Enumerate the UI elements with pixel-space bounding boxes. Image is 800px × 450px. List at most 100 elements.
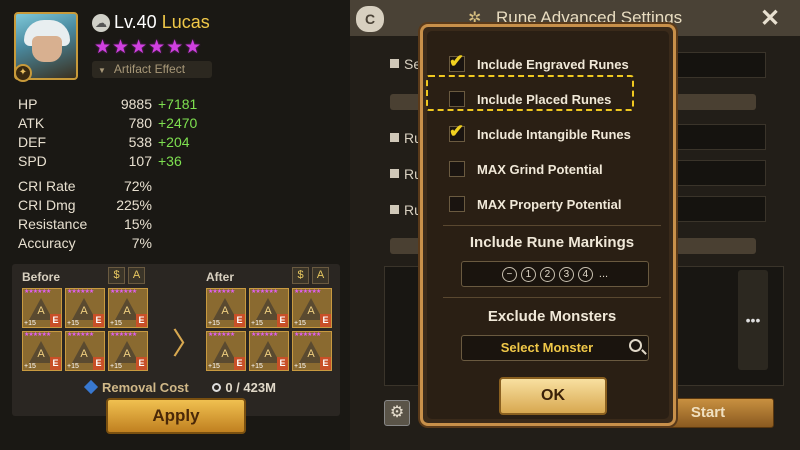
marking-1[interactable]: 1	[520, 266, 536, 282]
rune-grade-badge: E	[320, 314, 331, 327]
bg-divider	[676, 94, 756, 110]
checkmark-icon: ✔	[449, 51, 465, 71]
gear-icon[interactable]: ⚙	[384, 400, 410, 426]
option-max-property[interactable]: MAX Property Potential	[449, 193, 621, 215]
rune-grade-badge: E	[234, 314, 245, 327]
monster-portrait[interactable]: ✦	[14, 12, 78, 82]
stat-value: 225%	[116, 197, 152, 213]
rune-slot[interactable]: ★★★★★★ A +15 E	[206, 331, 246, 371]
rune-grade-badge: E	[136, 314, 147, 327]
secondary-stats: CRI Rate 72% CRI Dmg 225% Resistance 15%…	[18, 178, 158, 254]
checkbox[interactable]	[449, 161, 465, 177]
bullet-icon	[390, 169, 399, 178]
rune-grade-badge: E	[50, 314, 61, 327]
stat-bonus: +36	[158, 153, 182, 169]
rune-markings-selector[interactable]: − 1 2 3 4 ...	[461, 261, 649, 287]
checkbox[interactable]: ✔	[449, 51, 465, 72]
rune-slot[interactable]: ★★★★★★ A +15 E	[108, 331, 148, 371]
rune-set-icon[interactable]: $	[108, 267, 125, 284]
rune-slot[interactable]: ★★★★★★ A +15 E	[206, 288, 246, 328]
rune-level: +15	[67, 320, 79, 327]
stat-row: CRI Dmg 225%	[18, 197, 158, 216]
stat-value: 7%	[131, 235, 152, 251]
dropdown-arrow-icon: ▼	[98, 66, 106, 75]
option-intangible-runes[interactable]: ✔ Include Intangible Runes	[449, 121, 631, 145]
rune-set-icon[interactable]: $	[292, 267, 309, 284]
exclude-monsters-title: Exclude Monsters	[487, 308, 617, 325]
monster-level: Lv.40	[114, 12, 157, 32]
apply-button[interactable]: Apply	[106, 398, 246, 434]
rune-slot[interactable]: ★★★★★★ A +15 E	[108, 288, 148, 328]
rune-level: +15	[67, 363, 79, 370]
stat-row: Accuracy 7%	[18, 235, 158, 254]
rune-stars: ★★★★★★	[208, 289, 235, 295]
artifact-effect-toggle[interactable]: ▼ Artifact Effect	[92, 61, 212, 78]
select-monster-button[interactable]: Select Monster	[461, 335, 649, 361]
checkbox[interactable]	[449, 196, 465, 212]
stat-row: DEF 538 +204	[18, 134, 218, 153]
bg-option-label: Se	[404, 56, 422, 72]
stat-row: HP 9885 +7181	[18, 96, 218, 115]
rune-slot[interactable]: ★★★★★★ A +15 E	[65, 288, 105, 328]
mana-coin-icon	[212, 383, 222, 392]
rune-slot[interactable]: ★★★★★★ A +15 E	[249, 288, 289, 328]
marking-2[interactable]: 2	[539, 266, 555, 282]
before-rune-grid: ★★★★★★ A +15 E ★★★★★★ A +15 E ★★★★★★ A +15 E ★★★★★★ A…	[22, 288, 148, 371]
stat-value: 538	[128, 134, 152, 150]
rune-grade-badge: E	[277, 357, 288, 370]
checkmark-icon: ✔	[449, 121, 465, 141]
rune-stars: ★★★★★★	[110, 289, 137, 295]
divider	[443, 225, 661, 226]
option-engraved-runes[interactable]: ✔ Include Engraved Runes	[449, 51, 629, 75]
stat-label: CRI Rate	[18, 178, 76, 194]
after-icons: $ A	[292, 267, 329, 284]
stat-bonus: +2470	[158, 115, 198, 131]
marking-none[interactable]: −	[501, 266, 517, 282]
rune-level: +15	[251, 363, 263, 370]
removal-cost: Removal Cost 0 / 423M	[83, 379, 276, 395]
stat-value: 15%	[123, 216, 152, 232]
bg-divider	[676, 238, 756, 254]
highlight-frame	[426, 75, 634, 111]
portrait-face	[32, 36, 62, 62]
rune-slot[interactable]: ★★★★★★ A +15 E	[249, 331, 289, 371]
option-label: Include Engraved Runes	[477, 56, 629, 72]
rune-stars: ★★★★★★	[67, 289, 94, 295]
ok-button[interactable]: OK	[499, 377, 607, 415]
close-icon[interactable]: ✕	[760, 4, 780, 33]
rune-markings-title: Include Rune Markings	[469, 234, 635, 251]
stat-value: 9885	[120, 96, 152, 112]
rune-ancient-icon[interactable]: A	[312, 267, 329, 284]
stat-label: CRI Dmg	[18, 197, 76, 213]
stat-label: DEF	[18, 134, 46, 150]
rune-slot[interactable]: ★★★★★★ A +15 E	[65, 331, 105, 371]
more-options-button[interactable]: •••	[738, 270, 768, 370]
rune-ancient-icon[interactable]: A	[128, 267, 145, 284]
stat-bonus: +204	[158, 134, 190, 150]
stat-label: Accuracy	[18, 235, 76, 251]
chat-icon[interactable]: C	[356, 6, 384, 32]
stat-row: SPD 107 +36	[18, 153, 218, 172]
rune-grade-badge: E	[93, 357, 104, 370]
search-icon	[629, 339, 642, 352]
checkbox[interactable]: ✔	[449, 121, 465, 142]
rune-grade-badge: E	[234, 357, 245, 370]
rune-stars: ★★★★★★	[208, 332, 235, 338]
marking-4[interactable]: 4	[577, 266, 593, 282]
rune-grade-badge: E	[277, 314, 288, 327]
monster-name: Lucas	[161, 12, 210, 32]
rune-stars: ★★★★★★	[251, 332, 278, 338]
rune-slot[interactable]: ★★★★★★ A +15 E	[22, 288, 62, 328]
bullet-icon	[390, 59, 399, 68]
bullet-icon	[390, 205, 399, 214]
option-max-grind[interactable]: MAX Grind Potential	[449, 158, 603, 180]
removal-cost-value: 0 / 423M	[225, 380, 276, 395]
stat-value: 107	[128, 153, 152, 169]
rune-slot[interactable]: ★★★★★★ A +15 E	[292, 331, 332, 371]
marking-3[interactable]: 3	[558, 266, 574, 282]
crystal-icon	[83, 379, 99, 395]
rune-slot[interactable]: ★★★★★★ A +15 E	[292, 288, 332, 328]
wind-element-icon: ☁	[92, 14, 110, 32]
rune-slot[interactable]: ★★★★★★ A +15 E	[22, 331, 62, 371]
rune-stars: ★★★★★★	[67, 332, 94, 338]
